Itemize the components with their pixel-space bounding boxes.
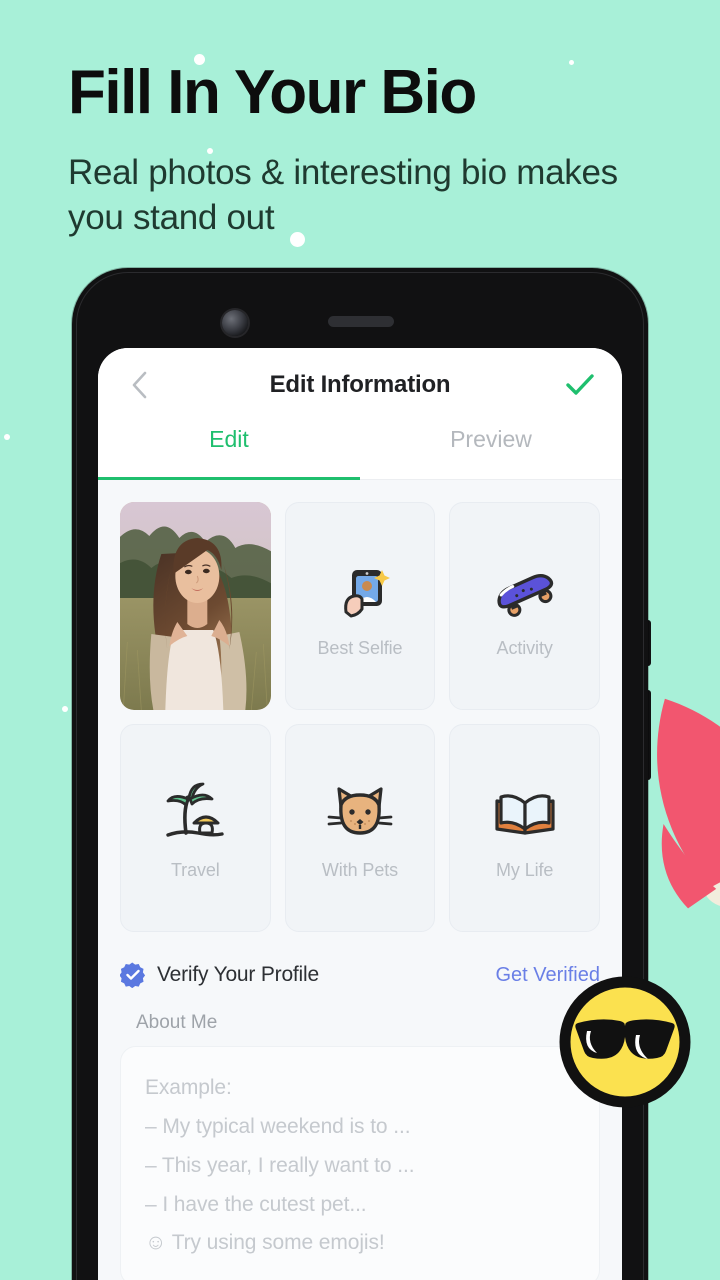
check-icon bbox=[566, 374, 594, 395]
nav-title: Edit Information bbox=[269, 371, 451, 398]
skateboard-icon bbox=[487, 554, 563, 630]
tab-edit-label: Edit bbox=[209, 426, 249, 452]
photo-cell-my-life[interactable]: My Life bbox=[449, 724, 600, 932]
edit-content: Best Selfie Activity Travel With Pets My… bbox=[98, 480, 622, 1280]
tab-bar: Edit Preview bbox=[98, 422, 622, 480]
photo-cell-label: With Pets bbox=[321, 859, 399, 880]
tab-edit[interactable]: Edit bbox=[98, 422, 360, 480]
headline-block: Fill In Your Bio Real photos & interesti… bbox=[68, 58, 668, 241]
nav-bar: Edit Information bbox=[98, 348, 622, 422]
verified-badge-icon bbox=[120, 962, 146, 988]
photo-cell-with-pets[interactable]: With Pets bbox=[284, 724, 436, 932]
verify-profile-row[interactable]: Verify Your Profile Get Verified bbox=[120, 958, 600, 992]
chevron-left-icon bbox=[132, 371, 147, 399]
open-book-icon bbox=[487, 776, 563, 852]
verify-profile-label: Verify Your Profile bbox=[157, 963, 319, 986]
bio-placeholder-line: – I have the cutest pet... bbox=[145, 1192, 367, 1216]
bio-placeholder-line: ☺ Try using some emojis! bbox=[145, 1231, 385, 1255]
decor-dot bbox=[4, 434, 10, 440]
cat-face-icon bbox=[322, 776, 398, 852]
sunglasses-emoji-sticker bbox=[559, 976, 691, 1108]
user-photo bbox=[120, 502, 271, 710]
photo-grid: Best Selfie Activity Travel With Pets My… bbox=[120, 502, 600, 932]
about-me-label: About Me bbox=[136, 1012, 218, 1033]
photo-cell-label: Activity bbox=[496, 637, 553, 658]
back-button[interactable] bbox=[122, 368, 156, 402]
decor-dot bbox=[62, 706, 68, 712]
bio-placeholder-line: Example: bbox=[145, 1076, 232, 1099]
about-me-textarea[interactable]: Example: – My typical weekend is to ... … bbox=[120, 1046, 600, 1280]
palm-tree-icon bbox=[157, 776, 233, 852]
page-title: Fill In Your Bio bbox=[68, 58, 477, 127]
photo-cell-label: Best Selfie bbox=[317, 637, 403, 658]
photo-cell-primary[interactable] bbox=[120, 502, 271, 710]
tab-preview-label: Preview bbox=[450, 426, 532, 452]
photo-cell-label: My Life bbox=[496, 859, 554, 880]
tab-preview[interactable]: Preview bbox=[360, 422, 622, 479]
bio-placeholder-line: – This year, I really want to ... bbox=[145, 1153, 415, 1177]
photo-cell-label: Travel bbox=[170, 859, 220, 880]
camera-dot-icon bbox=[222, 310, 248, 336]
bio-placeholder-line: – My typical weekend is to ... bbox=[145, 1114, 411, 1138]
photo-cell-activity[interactable]: Activity bbox=[449, 502, 600, 710]
photo-cell-best-selfie[interactable]: Best Selfie bbox=[284, 502, 436, 710]
speaker-grille-icon bbox=[328, 316, 394, 327]
photo-cell-travel[interactable]: Travel bbox=[120, 724, 271, 932]
page-subtitle: Real photos & interesting bio makes you … bbox=[68, 153, 618, 238]
phone-screen: Edit Information Edit Preview Best Selfi… bbox=[98, 348, 622, 1280]
save-button[interactable] bbox=[562, 367, 598, 403]
selfie-icon bbox=[322, 554, 398, 630]
